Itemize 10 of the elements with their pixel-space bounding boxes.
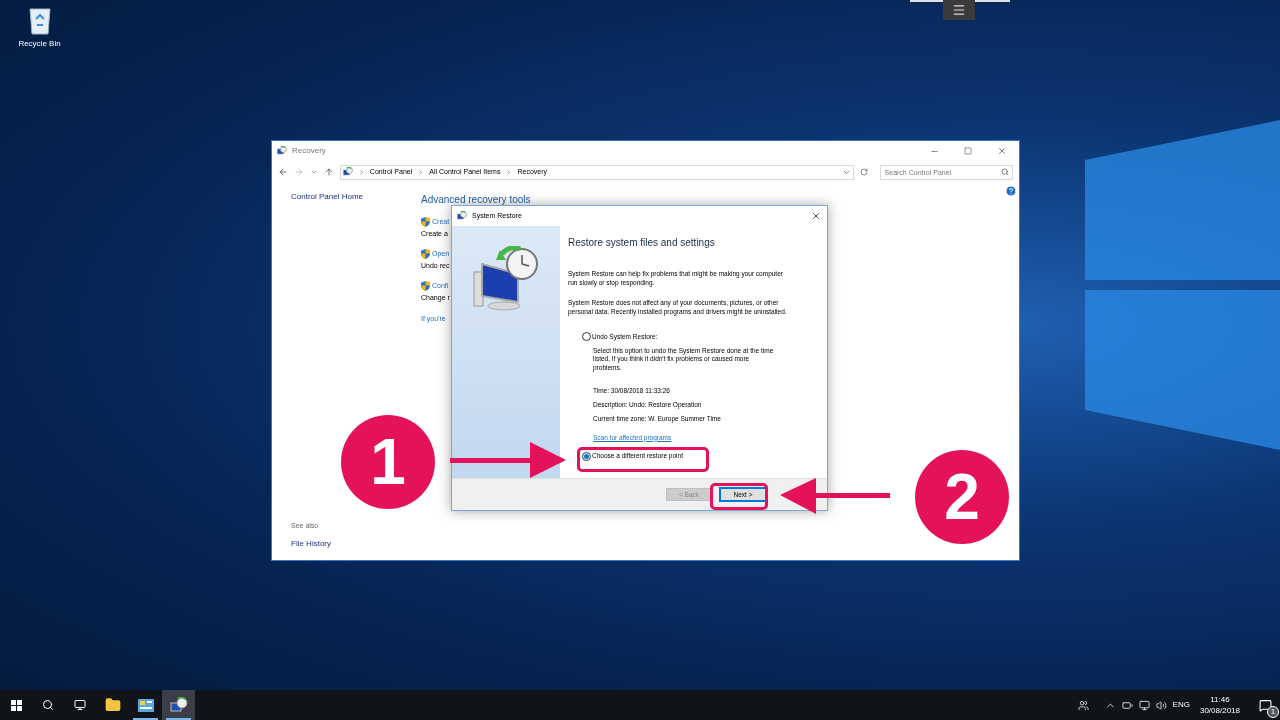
dialog-heading: Restore system files and settings [568,236,716,250]
notification-button[interactable]: 1 [1250,690,1280,720]
section-heading: Advanced recovery tools [421,194,531,205]
desktop-icon-label[interactable]: Recycle Bin [18,38,61,50]
sidebar-link[interactable]: Control Panel Home [291,191,412,203]
language-indicator[interactable]: ENG [1172,699,1190,711]
window-title: Recovery [292,145,326,157]
clock[interactable]: 11:46 30/08/2018 [1199,694,1240,716]
notification-badge: 1 [1267,706,1279,718]
sidebar-link[interactable]: File History [291,538,412,550]
